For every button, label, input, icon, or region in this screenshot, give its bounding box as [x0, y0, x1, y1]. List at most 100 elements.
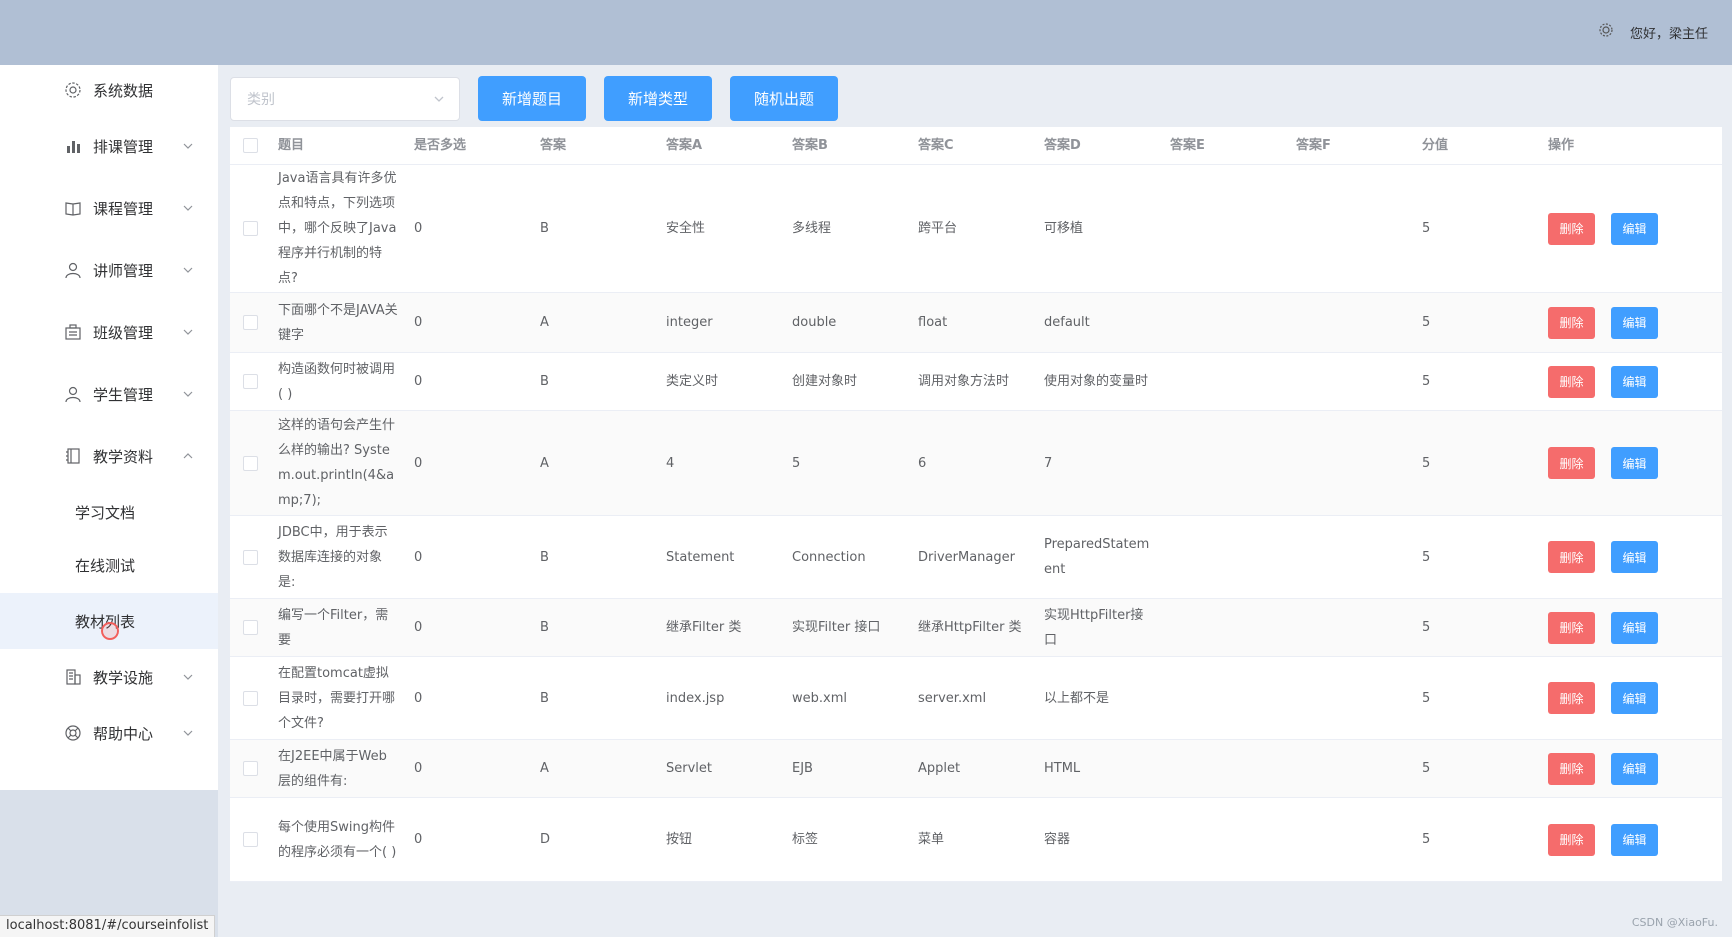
table-cell-c: DriverManager	[918, 549, 1015, 565]
category-select-placeholder: 类别	[247, 91, 275, 108]
row-checkbox-cell	[230, 620, 270, 635]
category-select[interactable]: 类别	[230, 76, 460, 121]
sidebar-item[interactable]: 班级管理	[0, 301, 218, 363]
table-cell-c: 6	[918, 455, 927, 471]
edit-button[interactable]: 编辑	[1611, 752, 1658, 785]
table-cell-c: 跨平台	[918, 221, 958, 236]
table-cell-score: 5	[1422, 315, 1431, 330]
edit-button[interactable]: 编辑	[1611, 212, 1658, 245]
submenu-item-label: 在线测试	[75, 556, 136, 575]
chevron-down-icon	[183, 205, 193, 211]
sidebar-item[interactable]: 教学资料	[0, 425, 218, 487]
column-header: 操作	[1548, 138, 1575, 153]
row-checkbox[interactable]	[242, 315, 258, 330]
user-name: 梁主任	[1668, 26, 1708, 42]
delete-button[interactable]: 删除	[1548, 541, 1595, 573]
sidebar-item[interactable]: 系统数据	[0, 65, 218, 115]
edit-button[interactable]: 编辑	[1611, 823, 1658, 856]
status-bar-url: localhost:8081/#/courseinfolist	[0, 915, 216, 937]
edit-button[interactable]: 编辑	[1611, 365, 1658, 398]
row-checkbox[interactable]	[242, 221, 258, 236]
sidebar-item-label: 教学设施	[93, 668, 154, 687]
table-cell-a: 类定义时	[666, 374, 719, 389]
user-icon	[65, 386, 81, 403]
submenu-item[interactable]: 学习文档	[0, 487, 218, 537]
row-checkbox-cell	[230, 549, 270, 565]
sidebar-item-label: 学生管理	[93, 385, 154, 404]
row-checkbox[interactable]	[242, 832, 258, 847]
table-cell-b: Connection	[792, 549, 866, 565]
table-cell-ans: B	[540, 549, 549, 565]
delete-button[interactable]: 删除	[1548, 823, 1595, 856]
select-all-checkbox[interactable]	[242, 138, 258, 153]
delete-button[interactable]: 删除	[1548, 212, 1595, 245]
column-header: 答案E	[1170, 138, 1205, 153]
table-cell-ans: D	[540, 832, 551, 847]
row-actions: 删除 编辑	[1540, 447, 1666, 479]
row-actions: 删除 编辑	[1540, 541, 1666, 573]
delete-button[interactable]: 删除	[1548, 752, 1595, 785]
delete-button[interactable]: 删除	[1548, 447, 1595, 479]
table-cell-a: 按钮	[666, 832, 693, 847]
row-checkbox[interactable]	[242, 690, 258, 706]
add-type-button[interactable]: 新增类型	[604, 76, 712, 121]
row-checkbox[interactable]	[242, 455, 258, 471]
submenu-item[interactable]: 教材列表	[0, 593, 218, 649]
notebook-icon	[66, 448, 80, 464]
table-cell-d: default	[1044, 315, 1090, 330]
edit-button[interactable]: 编辑	[1611, 306, 1658, 339]
table-cell-d: 实现HttpFilter接口	[1044, 607, 1144, 648]
edit-button[interactable]: 编辑	[1611, 447, 1658, 479]
column-header: 答案C	[918, 138, 954, 153]
add-question-button[interactable]: 新增题目	[478, 76, 586, 121]
table-cell-a: 安全性	[666, 221, 706, 236]
table-cell-score: 5	[1422, 761, 1431, 776]
user-greeting[interactable]: 您好，梁主任	[1630, 23, 1708, 42]
row-checkbox-cell	[230, 374, 270, 389]
row-checkbox[interactable]	[242, 374, 258, 389]
delete-button[interactable]: 删除	[1548, 365, 1595, 398]
delete-button[interactable]: 删除	[1548, 682, 1595, 714]
chevron-down-icon	[183, 674, 193, 680]
table-cell-q: 下面哪个不是JAVA关键字	[278, 302, 398, 343]
column-header: 答案B	[792, 138, 828, 153]
column-header: 分值	[1422, 138, 1449, 153]
delete-button[interactable]: 删除	[1548, 611, 1595, 644]
table-cell-c: 调用对象方法时	[918, 374, 1010, 389]
table-cell-a: integer	[666, 315, 713, 330]
table-cell-q: 这样的语句会产生什么样的输出? System.out.println(4&amp…	[278, 418, 396, 508]
sidebar-item[interactable]: 帮助中心	[0, 705, 218, 761]
sidebar-item[interactable]: 讲师管理	[0, 239, 218, 301]
row-actions: 删除 编辑	[1540, 611, 1666, 644]
row-checkbox[interactable]	[242, 549, 258, 565]
random-question-button[interactable]: 随机出题	[730, 76, 838, 121]
question-table: 题目 是否多选 答案 答案A 答案B 答案C 答案D 答案E 答案F 分值 操作 Java语言具有许…	[230, 127, 1722, 882]
table-cell-d: 7	[1044, 455, 1053, 471]
gear-icon[interactable]	[1598, 22, 1614, 42]
edit-button[interactable]: 编辑	[1611, 611, 1658, 644]
table-cell-a: Statement	[666, 549, 735, 565]
delete-button[interactable]: 删除	[1548, 306, 1595, 339]
table-cell-ans: A	[540, 315, 549, 330]
table-cell-multi: 0	[414, 221, 423, 236]
row-checkbox[interactable]	[242, 761, 258, 776]
edit-button[interactable]: 编辑	[1611, 541, 1658, 573]
sidebar-item[interactable]: 排课管理	[0, 115, 218, 177]
top-header: 您好，梁主任	[0, 0, 1732, 65]
sidebar-item[interactable]: 课程管理	[0, 177, 218, 239]
table-cell-multi: 0	[414, 761, 423, 776]
submenu-item[interactable]: 在线测试	[0, 537, 218, 593]
chevron-down-icon	[183, 267, 193, 273]
table-cell-ans: A	[540, 761, 549, 776]
edit-button[interactable]: 编辑	[1611, 682, 1658, 714]
sidebar-item[interactable]: 学生管理	[0, 363, 218, 425]
header-user-area: 您好，梁主任	[1598, 22, 1708, 42]
sidebar-item[interactable]: 教学设施	[0, 649, 218, 705]
table-cell-q: 编写一个Filter，需要	[278, 607, 389, 648]
table-cell-a: 继承Filter 类	[666, 620, 742, 635]
row-checkbox-cell	[230, 761, 270, 776]
greeting-text: 您好，	[1629, 26, 1669, 42]
row-checkbox[interactable]	[242, 620, 258, 635]
submenu-item-label: 学习文档	[75, 503, 136, 522]
table-row: 构造函数何时被调用( ) 0 B 类定义时 创建对象时 调用对象方法时 使用对象的变量时 5 …	[230, 353, 1722, 411]
